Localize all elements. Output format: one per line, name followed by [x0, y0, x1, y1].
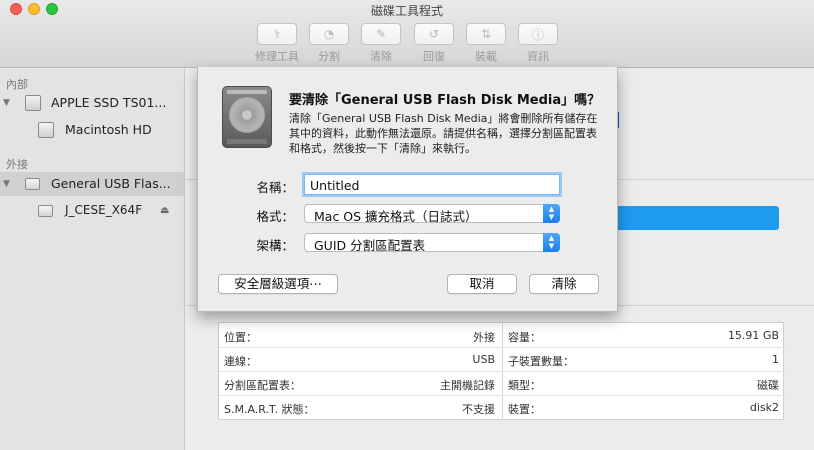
scheme-label: 架構： [256, 238, 294, 253]
sidebar-item-label: General USB Flas... [51, 176, 171, 191]
partition-map-value: 主開機記錄 [440, 379, 495, 392]
location-label: 位置： [224, 331, 257, 344]
disk-icon-platter [229, 97, 265, 133]
external-disk-icon [25, 178, 40, 190]
info-table: 位置： 外接 容量： 15.91 GB 連線： USB 子裝置數量： 1 分割區… [218, 322, 785, 420]
erase-dialog: 要清除「General USB Flash Disk Media」嗎？ 清除「G… [197, 67, 618, 312]
sidebar-item-external-disk[interactable]: ▼ General USB Flas... [0, 172, 184, 196]
toolbar-partition-button[interactable]: ◔ 分割 [305, 23, 353, 64]
title-bar: 磁碟工具程式 ⚕ 修理工具 ◔ 分割 ✎ 清除 ↺ 回復 ⇅ 裝載 ⓘ 資訊 [0, 0, 814, 68]
format-popup[interactable]: Mac OS 擴充格式（日誌式） ▲ ▼ [304, 204, 560, 224]
smart-status-label: S.M.A.R.T. 狀態： [224, 403, 315, 416]
sidebar-item-internal-volume[interactable]: Macintosh HD [0, 118, 184, 142]
capacity-value: 15.91 GB [727, 329, 779, 342]
sidebar: 內部 ▼ APPLE SSD TS01... Macintosh HD 外接 ▼… [0, 69, 185, 450]
disk-icon-strip [227, 90, 267, 94]
stethoscope-icon: ⚕ [257, 23, 297, 45]
location-value: 外接 [473, 331, 495, 344]
usage-bar [616, 206, 779, 230]
toolbar-first-aid-button[interactable]: ⚕ 修理工具 [253, 23, 301, 64]
name-field[interactable]: Untitled [304, 174, 560, 195]
disclosure-triangle-icon[interactable]: ▼ [3, 98, 10, 108]
connection-label: 連線： [224, 355, 257, 368]
cancel-button[interactable]: 取消 [447, 274, 517, 294]
info-row: 連線： USB 子裝置數量： 1 [219, 347, 785, 371]
partition-map-label: 分割區配置表： [224, 379, 301, 392]
info-row: 分割區配置表： 主開機記錄 類型： 磁碟 [219, 371, 785, 395]
erase-button[interactable]: 清除 [529, 274, 599, 294]
capacity-label: 容量： [508, 331, 541, 344]
sidebar-section-external: 外接 [6, 158, 28, 171]
mount-icon: ⇅ [466, 23, 506, 45]
scheme-popup[interactable]: GUID 分割區配置表 ▲ ▼ [304, 233, 560, 253]
erase-icon: ✎ [361, 23, 401, 45]
device-label: 裝置： [508, 403, 541, 416]
popup-arrows-icon: ▲ ▼ [543, 204, 560, 223]
hard-disk-icon [222, 86, 272, 148]
info-row: 位置： 外接 容量： 15.91 GB [219, 323, 785, 347]
connection-value: USB [472, 353, 495, 366]
type-value: 磁碟 [757, 379, 779, 392]
dialog-title: 要清除「General USB Flash Disk Media」嗎？ [289, 93, 601, 108]
scheme-popup-value: GUID 分割區配置表 [314, 238, 426, 253]
toolbar-info-button[interactable]: ⓘ 資訊 [514, 23, 562, 64]
disclosure-triangle-icon[interactable]: ▼ [3, 179, 10, 189]
sidebar-item-label: Macintosh HD [65, 122, 152, 137]
dialog-message: 清除「General USB Flash Disk Media」將會刪除所有儲存… [289, 112, 598, 155]
restore-icon: ↺ [414, 23, 454, 45]
child-count-label: 子裝置數量： [508, 355, 574, 368]
name-label: 名稱： [256, 180, 294, 195]
sidebar-item-external-volume[interactable]: J_CESE_X64F ⏏ [0, 199, 184, 223]
window-title: 磁碟工具程式 [370, 4, 443, 18]
sidebar-item-internal-disk[interactable]: ▼ APPLE SSD TS01... [0, 91, 184, 115]
device-value: disk2 [749, 401, 779, 414]
security-options-button[interactable]: 安全層級選項⋯ [218, 274, 338, 294]
popup-arrows-icon: ▲ ▼ [543, 233, 560, 252]
disk-icon-base [227, 139, 267, 144]
toolbar-mount-button[interactable]: ⇅ 裝載 [462, 23, 510, 64]
type-label: 類型： [508, 379, 541, 392]
eject-icon[interactable]: ⏏ [160, 205, 169, 216]
toolbar-label: 資訊 [527, 50, 549, 63]
sidebar-item-label: J_CESE_X64F [65, 203, 143, 217]
internal-disk-icon [25, 95, 41, 111]
toolbar-restore-button[interactable]: ↺ 回復 [410, 23, 458, 64]
format-label: 格式： [256, 209, 294, 224]
toolbar-label: 分割 [318, 50, 340, 63]
toolbar-label: 清除 [370, 50, 392, 63]
sidebar-section-internal: 內部 [6, 78, 28, 91]
volume-icon [38, 205, 53, 217]
info-row: S.M.A.R.T. 狀態： 不支援 裝置： disk2 [219, 395, 785, 419]
child-count-value: 1 [772, 353, 779, 366]
toolbar-erase-button[interactable]: ✎ 清除 [357, 23, 405, 64]
toolbar-label: 回復 [423, 50, 445, 63]
smart-status-value: 不支援 [462, 403, 495, 416]
volume-icon [38, 122, 54, 138]
format-popup-value: Mac OS 擴充格式（日誌式） [314, 209, 478, 224]
info-icon: ⓘ [518, 23, 558, 45]
toolbar-label: 裝載 [475, 50, 497, 63]
pie-chart-icon: ◔ [309, 23, 349, 45]
toolbar-label: 修理工具 [255, 50, 299, 63]
sidebar-item-label: APPLE SSD TS01... [51, 95, 167, 110]
